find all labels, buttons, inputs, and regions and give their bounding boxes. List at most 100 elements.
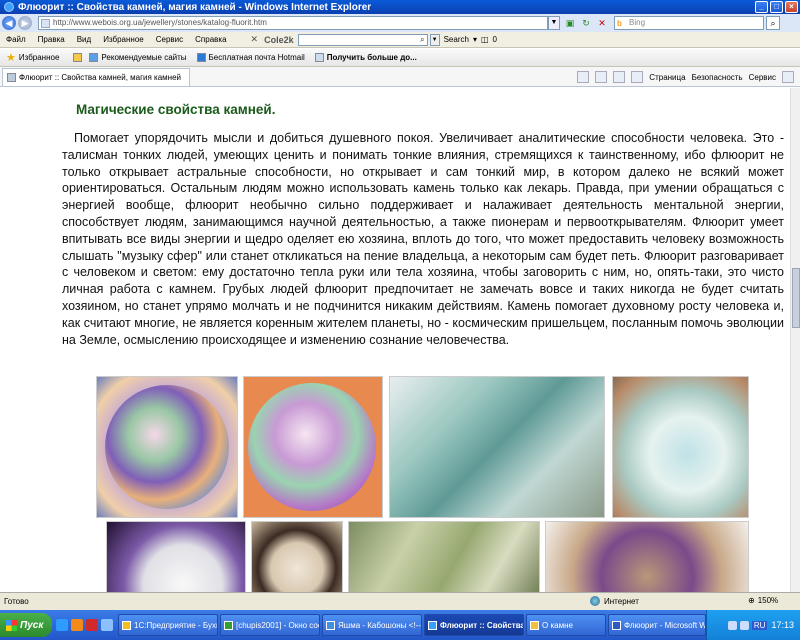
taskbar-button-chat[interactable]: [chupis2001] - Окно соо...	[220, 614, 320, 636]
favorites-button[interactable]: Избранное	[19, 53, 60, 62]
quicklaunch-firefox-icon[interactable]	[71, 619, 83, 631]
favorite-suggested-sites[interactable]: Рекомендуемые сайты	[89, 53, 187, 62]
status-bar: Готово Интернет ⊕ 150%	[0, 592, 800, 610]
taskbar-button-word-label: Флюорит - Microsoft Word	[624, 620, 706, 630]
cole2k-dropdown-button[interactable]: ▼	[429, 33, 440, 46]
fluorite-sphere-image-2	[243, 376, 383, 518]
help-icon[interactable]	[782, 71, 794, 83]
menu-favorites[interactable]: Избранное	[103, 35, 144, 44]
taskbar-button-word[interactable]: Флюорит - Microsoft Word	[608, 614, 706, 636]
favorite-hotmail[interactable]: Бесплатная почта Hotmail	[196, 53, 305, 62]
fluorite-crystals-image	[389, 376, 605, 518]
tray-icon-1[interactable]	[727, 620, 737, 630]
mail-icon[interactable]	[613, 71, 626, 83]
editor-icon	[326, 620, 335, 630]
compatibility-icon[interactable]: ▣	[564, 17, 576, 29]
globe-icon	[590, 596, 600, 606]
taskbar-button-fluorite-label: Флюорит :: Свойства ...	[440, 620, 524, 630]
article-paragraph: Помогает упорядочить мысли и добиться ду…	[62, 131, 784, 347]
menu-edit[interactable]: Правка	[38, 35, 65, 44]
taskbar-button-fluorite[interactable]: Флюорит :: Свойства ...	[424, 614, 524, 636]
address-url: http://www.webois.org.ua/jewellery/stone…	[53, 18, 267, 27]
ie-taskbar-icon	[428, 620, 437, 630]
window-titlebar: Флюорит :: Свойства камней, магия камней…	[0, 0, 800, 14]
ie-icon	[4, 2, 14, 12]
menu-file[interactable]: Файл	[6, 35, 26, 44]
system-tray: RU 17:13	[706, 610, 800, 640]
magnifier-icon: ⌕	[420, 34, 425, 44]
address-input[interactable]: http://www.webois.org.ua/jewellery/stone…	[38, 16, 548, 30]
quicklaunch-desktop-icon[interactable]	[101, 619, 113, 631]
favorite-get-more-label: Получить больше до...	[326, 53, 417, 62]
start-button[interactable]: Пуск	[0, 613, 52, 637]
safety-menu[interactable]: Безопасность	[692, 73, 743, 82]
search-dropdown-icon[interactable]: ▾	[473, 35, 477, 44]
print-icon[interactable]	[631, 71, 644, 83]
zoom-control[interactable]: ⊕ 150%	[748, 596, 778, 605]
close-button[interactable]: ×	[785, 1, 798, 13]
stop-icon[interactable]: ✕	[596, 17, 608, 29]
quicklaunch-opera-icon[interactable]	[86, 619, 98, 631]
home-icon[interactable]	[577, 71, 590, 83]
get-more-icon	[314, 53, 324, 62]
cole2k-search-input[interactable]: ⌕	[297, 33, 428, 46]
fluorite-green-image	[348, 521, 540, 592]
chat-icon	[224, 620, 233, 630]
taskbar-button-jasper[interactable]: Яшма - Кабошоны <!--...	[322, 614, 422, 636]
start-label: Пуск	[20, 619, 44, 631]
window-title: Флюорит :: Свойства камней, магия камней…	[18, 1, 372, 13]
search-input[interactable]: b Bing	[614, 16, 764, 30]
scrollbar-thumb[interactable]	[792, 268, 800, 328]
favorites-star-icon[interactable]: ★	[6, 51, 16, 64]
tab-bar: Флюорит :: Свойства камней, магия камней…	[0, 67, 800, 87]
cole2k-search-button[interactable]: Search	[444, 35, 469, 44]
favorites-add-icon[interactable]	[73, 53, 85, 62]
page-icon	[41, 19, 50, 28]
hotmail-icon	[196, 53, 206, 62]
vertical-scrollbar[interactable]	[790, 88, 800, 592]
counter-label: 0	[492, 35, 497, 44]
taskbar-button-1c[interactable]: 1С:Предприятие - Бухг...	[118, 614, 218, 636]
tab-active[interactable]: Флюорит :: Свойства камней, магия камней	[2, 67, 191, 86]
favorites-bar: ★ Избранное Рекомендуемые сайты Бесплатн…	[0, 49, 800, 67]
zone-label: Интернет	[604, 596, 639, 606]
highlight-icon[interactable]: ◫	[481, 35, 489, 44]
1c-icon	[122, 620, 131, 630]
feeds-icon[interactable]	[595, 71, 608, 83]
command-bar: Страница Безопасность Сервис	[577, 71, 794, 83]
bing-icon: b	[617, 19, 622, 28]
search-placeholder: Bing	[629, 18, 646, 27]
forward-button[interactable]: ▶	[18, 16, 32, 30]
taskbar-button-about-stone[interactable]: О камне	[526, 614, 606, 636]
back-button[interactable]: ◀	[2, 16, 16, 30]
page-heading: Магические свойства камней.	[76, 102, 276, 117]
page-menu[interactable]: Страница	[649, 73, 685, 82]
minimize-button[interactable]: _	[755, 1, 768, 13]
maximize-button[interactable]: □	[770, 1, 783, 13]
taskbar-button-about-stone-label: О камне	[542, 620, 573, 630]
menu-bar: Файл Правка Вид Избранное Сервис Справка…	[0, 32, 800, 48]
address-dropdown-button[interactable]: ▼	[548, 16, 560, 30]
folder-icon	[530, 620, 539, 630]
zoom-label: 150%	[757, 596, 779, 605]
fluorite-specimen-image	[251, 521, 343, 592]
favorite-get-more[interactable]: Получить больше до...	[314, 53, 417, 62]
fluorite-sphere-image-1	[96, 376, 238, 518]
page-content: Магические свойства камней. Помогает упо…	[0, 88, 790, 592]
tray-icon-2[interactable]	[739, 620, 749, 630]
quicklaunch-ie-icon[interactable]	[56, 619, 68, 631]
menu-view[interactable]: Вид	[77, 35, 91, 44]
language-indicator[interactable]: RU	[751, 620, 768, 630]
search-button[interactable]: ⌕	[766, 16, 780, 30]
tab-page-icon	[7, 72, 16, 82]
address-toolbar: ◀ ▶ http://www.webois.org.ua/jewellery/s…	[0, 14, 800, 32]
word-icon	[612, 620, 621, 630]
menu-help[interactable]: Справка	[195, 35, 226, 44]
toolbar-close-icon[interactable]: ✕	[251, 34, 259, 45]
tools-menu[interactable]: Сервис	[749, 73, 776, 82]
menu-tools[interactable]: Сервис	[156, 35, 183, 44]
taskbar-button-chat-label: [chupis2001] - Окно соо...	[236, 620, 320, 630]
status-text: Готово	[4, 597, 29, 606]
fluorite-cluster-image	[612, 376, 749, 518]
refresh-icon[interactable]: ↻	[580, 17, 592, 29]
